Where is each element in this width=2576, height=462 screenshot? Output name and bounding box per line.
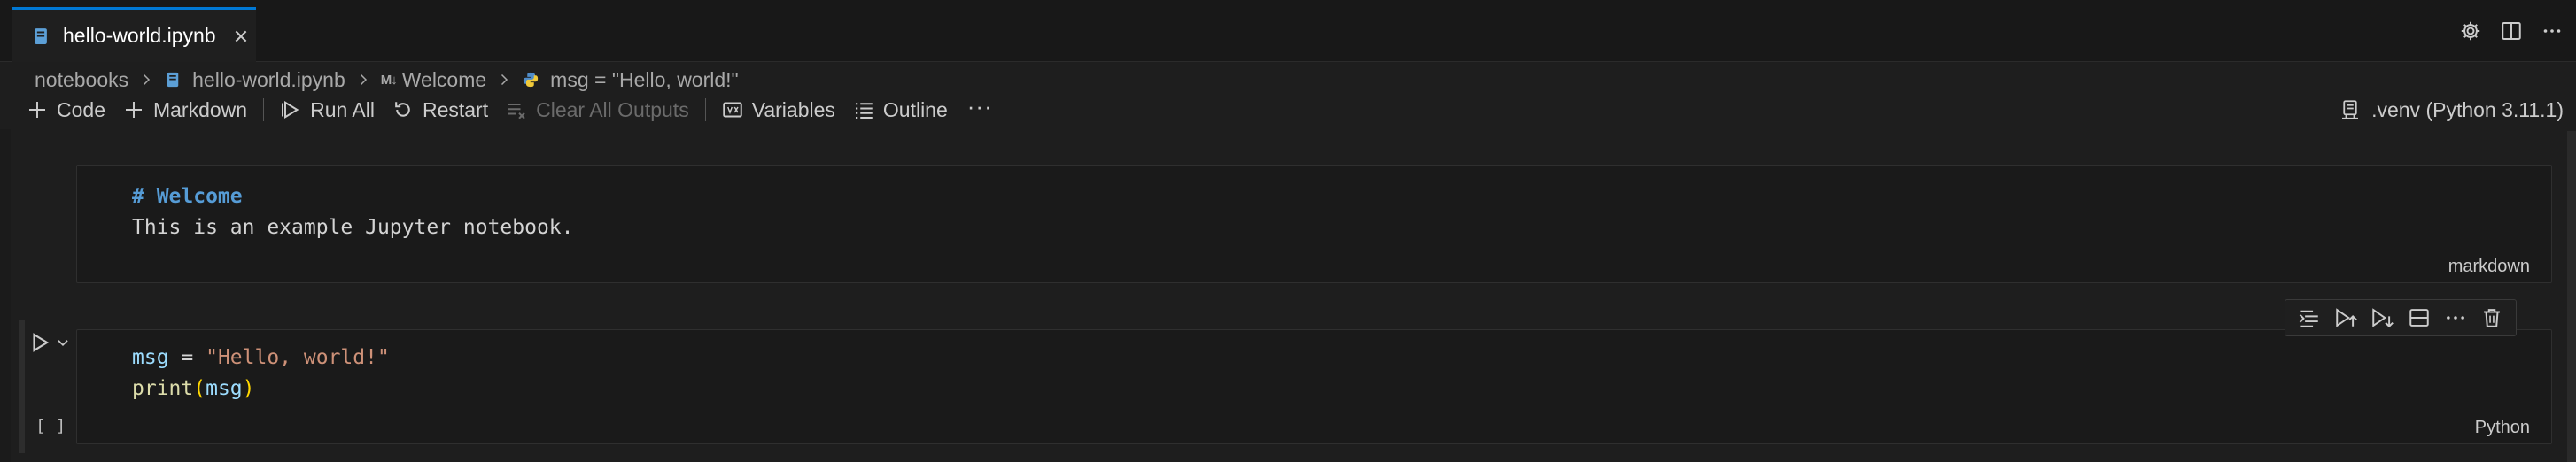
notebook-file-icon — [31, 27, 50, 46]
code-cell-source[interactable]: msg = "Hello, world!" print(msg) — [132, 343, 390, 404]
breadcrumb-item-welcome[interactable]: M↓ Welcome — [381, 68, 486, 92]
run-cell-icon[interactable] — [28, 329, 51, 356]
breadcrumb-item-file[interactable]: hello-world.ipynb — [164, 68, 345, 92]
chevron-right-icon — [356, 73, 370, 87]
tab-hello-world[interactable]: hello-world.ipynb — [12, 7, 256, 62]
markdown-icon: M↓ — [380, 72, 398, 88]
cell-language-label[interactable]: markdown — [2448, 257, 2530, 277]
token-paren: ( — [193, 377, 206, 400]
left-gutter — [0, 129, 11, 462]
outline-button[interactable]: Outline — [844, 92, 957, 127]
execute-and-below-icon[interactable] — [2370, 305, 2394, 330]
token-variable: msg — [206, 377, 243, 400]
markdown-cell[interactable]: # Welcome This is an example Jupyter not… — [76, 165, 2552, 283]
token-operator: = — [168, 346, 206, 369]
toolbar-divider — [704, 98, 706, 121]
markdown-cell-source[interactable]: # Welcome This is an example Jupyter not… — [132, 181, 574, 243]
clear-all-icon — [506, 99, 527, 120]
execute-above-icon[interactable] — [2297, 305, 2322, 330]
variables-button[interactable]: Variables — [713, 92, 844, 127]
kernel-icon — [2339, 99, 2361, 120]
run-all-button[interactable]: Run All — [271, 92, 384, 127]
cell-focus-indicator — [19, 320, 25, 453]
split-editor-icon[interactable] — [2498, 18, 2525, 44]
close-icon[interactable] — [232, 27, 250, 45]
notebook-file-icon — [164, 71, 182, 89]
chevron-right-icon — [497, 73, 511, 87]
more-icon[interactable] — [2443, 305, 2468, 330]
token-variable: msg — [132, 346, 169, 369]
restart-icon — [392, 99, 414, 120]
plus-icon — [27, 99, 48, 120]
kernel-picker[interactable]: .venv (Python 3.11.1) — [2339, 92, 2564, 127]
execution-count: [ ] — [35, 416, 66, 435]
execute-and-above-icon[interactable] — [2333, 305, 2358, 330]
outline-icon — [853, 99, 874, 120]
notebook-toolbar: Code Markdown Run All Restart Clear All … — [0, 92, 2576, 127]
code-cell[interactable]: msg = "Hello, world!" print(msg) Python — [76, 329, 2552, 444]
tab-label: hello-world.ipynb — [63, 24, 216, 47]
breadcrumb-item-code-cell[interactable]: msg = "Hello, world!" — [522, 68, 739, 92]
gear-icon[interactable] — [2457, 18, 2484, 44]
markdown-text-line: This is an example Jupyter notebook. — [132, 216, 574, 239]
cell-language-label[interactable]: Python — [2475, 418, 2530, 438]
editor-actions — [2457, 18, 2565, 44]
clear-all-outputs-button[interactable]: Clear All Outputs — [497, 92, 698, 127]
cell-toolbar — [2285, 299, 2517, 336]
chevron-right-icon — [139, 73, 153, 87]
restart-button[interactable]: Restart — [384, 92, 497, 127]
split-cell-icon[interactable] — [2407, 305, 2432, 330]
token-function: print — [132, 377, 194, 400]
breadcrumb-item-notebooks[interactable]: notebooks — [35, 68, 128, 92]
toolbar-divider — [263, 98, 265, 121]
token-string: "Hello, world!" — [206, 346, 390, 369]
delete-icon[interactable] — [2479, 305, 2504, 330]
python-icon — [522, 71, 539, 89]
variables-icon — [722, 99, 743, 120]
chevron-down-icon[interactable] — [55, 335, 71, 350]
toolbar-more-button[interactable]: ··· — [957, 93, 1004, 120]
plus-icon — [123, 99, 144, 120]
kernel-label: .venv (Python 3.11.1) — [2371, 97, 2564, 121]
token-paren: ) — [242, 377, 255, 400]
markdown-heading: # Welcome — [132, 185, 243, 208]
more-actions-icon[interactable] — [2539, 18, 2565, 44]
run-all-icon — [280, 99, 301, 120]
add-markdown-cell-button[interactable]: Markdown — [114, 92, 256, 127]
scrollbar-thumb[interactable] — [2567, 131, 2576, 462]
tab-bar: hello-world.ipynb — [0, 0, 2576, 62]
add-code-cell-button[interactable]: Code — [18, 92, 114, 127]
